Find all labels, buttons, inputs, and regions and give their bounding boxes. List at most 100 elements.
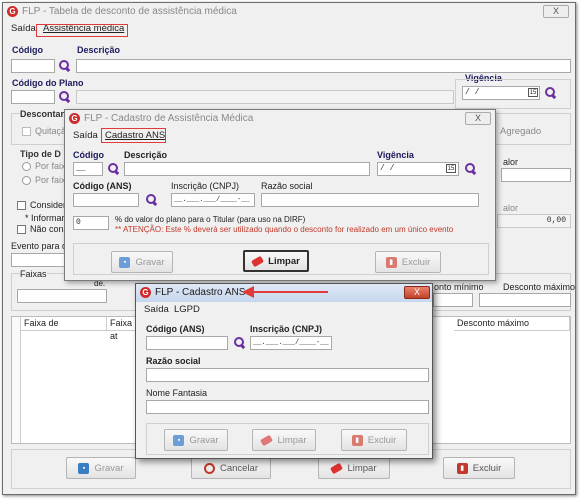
faixas-label: Faixas [20,269,47,279]
trash-icon: ▮ [456,462,468,474]
top-nome-fantasia-input[interactable] [146,400,429,414]
valor2-input[interactable]: 0,00 [497,214,571,228]
top-razao-label: Razão social [146,356,201,366]
valor-label: alor [503,157,519,167]
nao-considerar-checkbox[interactable] [17,225,26,234]
mid-codigo-input[interactable]: __ [73,162,103,176]
desconto-maximo-label: Desconto máximo [503,282,576,292]
mid-codigo-label: Código [73,150,104,160]
mid-floppy-disk-icon: ▪ [119,256,131,268]
app-logo-icon: G [7,6,18,17]
main-close-button[interactable]: X [543,5,569,18]
cancel-icon [203,462,215,474]
mid-excluir-button[interactable]: ▮ Excluir [375,251,441,273]
top-excluir-button[interactable]: ▮ Excluir [341,429,407,451]
mid-atencao-text: ** ATENÇÃO: Este % deverá ser utilizado … [115,225,454,234]
grid-header-faixa-ate[interactable]: Faixa at [107,317,137,341]
descricao-input[interactable] [76,59,571,73]
top-trash-icon: ▮ [351,434,363,446]
considerar-checkbox[interactable] [17,201,26,210]
mid-descricao-label: Descrição [124,150,168,160]
mid-inscricao-label: Inscrição (CNPJ) [171,181,240,191]
top-inscricao-input[interactable]: __.___.___/____-__ [250,336,332,350]
mid-titlebar: G FLP - Cadastro de Assistência Médica X [65,110,495,128]
top-title: FLP - Cadastro ANS [155,287,246,298]
por-faixa-radio-2[interactable] [22,176,31,185]
top-codigo-ans-input[interactable] [146,336,228,350]
tipo-desconto-label: Tipo de D [20,149,61,159]
vigencia-search-icon[interactable] [545,87,556,98]
mid-codigo-search-icon[interactable] [108,163,119,174]
descontar-label: Descontar [20,109,65,119]
top-menu-lgpd[interactable]: LGPD [174,304,200,315]
mid-close-button[interactable]: X [465,112,491,125]
cadastro-ans-dialog: G FLP - Cadastro ANS X Saída LGPD Código… [135,283,433,459]
desconto-maximo-input[interactable] [479,293,571,307]
mid-calendar-icon[interactable]: 15 [446,164,456,173]
mid-logo-icon: G [69,113,80,124]
codigo-plano-input[interactable] [11,90,55,104]
evento-label: Evento para de [11,241,73,251]
valor2-label: alor [503,203,519,213]
valor-input[interactable] [501,168,571,182]
vigencia-calendar-icon[interactable]: 15 [528,88,538,97]
floppy-disk-icon: ▪ [78,462,90,474]
codigo-input[interactable] [11,59,55,73]
mid-limpar-button[interactable]: Limpar [243,250,309,272]
mid-percent-text: % do valor do plano para o Titular (para… [115,215,306,224]
codigo-plano-label: Código do Plano [12,78,84,88]
grid-header-faixa-de[interactable]: Faixa de [21,317,107,331]
main-title: FLP - Tabela de desconto de assistência … [22,6,237,17]
mid-codigo-ans-search-icon[interactable] [146,194,157,205]
agregado-label: Agregado [500,126,542,137]
top-menu-saida[interactable]: Saída [144,304,169,315]
top-razao-input[interactable] [146,368,429,382]
top-codigo-ans-search-icon[interactable] [234,337,245,348]
grid-header-desconto-maximo[interactable]: Desconto máximo [454,317,570,331]
main-limpar-button[interactable]: Limpar [318,457,390,479]
nao-considerar-label: Não cons [30,224,69,234]
top-menubar: Saída LGPD [136,302,432,316]
mid-eraser-icon [251,255,265,267]
top-close-button[interactable]: X [404,286,430,299]
mid-annotation-highlight-box [101,128,166,143]
mid-razao-input[interactable] [261,193,479,207]
evento-input[interactable] [11,253,66,267]
main-gravar-button[interactable]: ▪ Gravar [66,457,136,479]
grid-row-indicator-column [12,317,21,443]
mid-percent-stepper[interactable]: 0 [73,216,109,230]
mid-inscricao-input[interactable]: __.___.___/____-__ [171,193,255,207]
top-codigo-ans-label: Código (ANS) [146,324,205,334]
desconto-minimo-label: onto mínimo [434,282,484,292]
mid-razao-label: Razão social [261,181,313,191]
mid-codigo-ans-input[interactable] [73,193,139,207]
main-titlebar: G FLP - Tabela de desconto de assistênci… [3,3,575,21]
descricao-label: Descrição [77,45,121,55]
cadastro-assistencia-dialog: G FLP - Cadastro de Assistência Médica X… [64,109,496,281]
mid-vigencia-search-icon[interactable] [465,163,476,174]
quitacao-checkbox[interactable] [22,127,31,136]
mid-gravar-button[interactable]: ▪ Gravar [111,251,173,273]
main-excluir-button[interactable]: ▮ Excluir [443,457,515,479]
codigo-plano-search-icon[interactable] [59,91,70,102]
codigo-search-icon[interactable] [59,60,70,71]
mid-descricao-input[interactable] [124,162,370,176]
main-cancelar-button[interactable]: Cancelar [191,457,271,479]
top-gravar-button[interactable]: ▪ Gravar [164,429,228,451]
mid-trash-icon: ▮ [385,256,397,268]
desconto-minimo-input[interactable] [433,293,473,307]
annotation-arrow [242,286,328,298]
menu-saida[interactable]: Saída [11,23,36,34]
mid-title: FLP - Cadastro de Assistência Médica [84,113,254,124]
faixa-de-input[interactable] [17,289,107,303]
top-logo-icon: G [140,287,151,298]
top-limpar-button[interactable]: Limpar [252,429,316,451]
eraser-icon [330,462,344,474]
por-faixa-radio-1[interactable] [22,162,31,171]
top-floppy-disk-icon: ▪ [173,434,185,446]
mid-codigo-ans-label: Código (ANS) [73,181,132,191]
top-eraser-icon [260,434,274,446]
informar-label: * Informar [25,213,65,223]
mid-menu-saida[interactable]: Saída [73,130,98,141]
plano-descricao-input[interactable] [76,90,454,104]
